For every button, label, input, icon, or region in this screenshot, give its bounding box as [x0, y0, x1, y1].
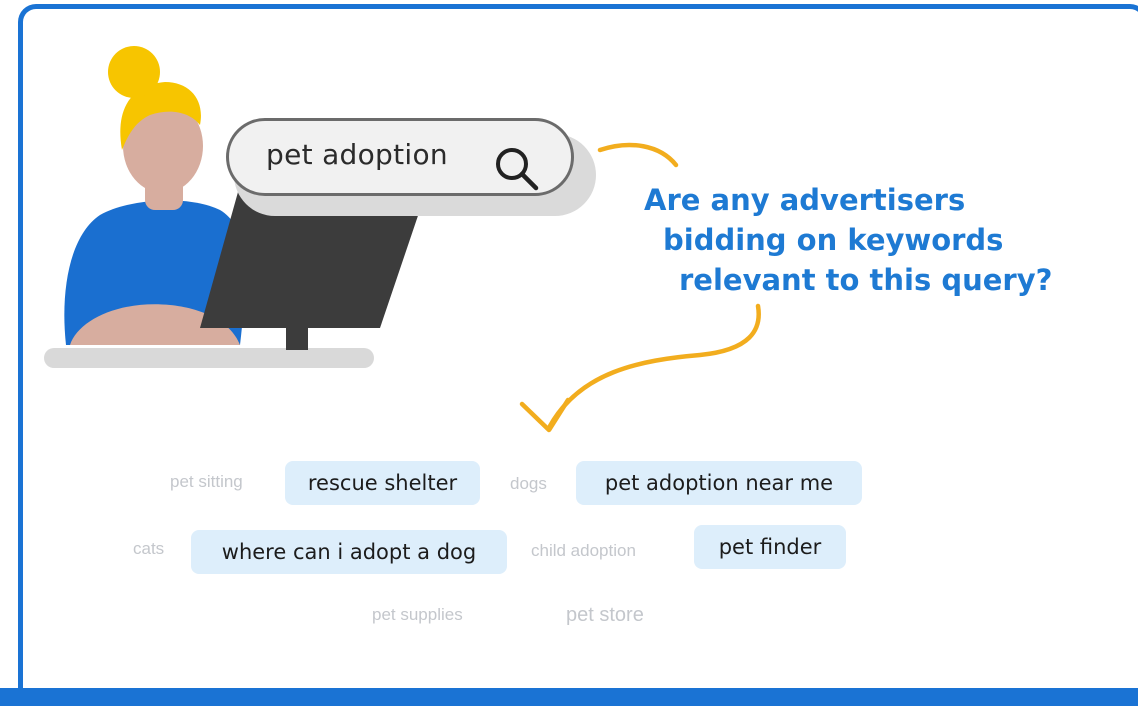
faded-keyword: dogs	[510, 474, 547, 493]
search-query-text: pet adoption	[266, 138, 448, 171]
faded-keyword: pet store	[566, 604, 644, 626]
search-icon[interactable]	[490, 142, 544, 196]
question-text: Are any advertisers bidding on keywords …	[640, 180, 1110, 300]
faded-keyword: child adoption	[531, 541, 636, 560]
question-line: relevant to this query?	[679, 263, 1053, 297]
illustration	[44, 46, 761, 433]
faded-keyword: cats	[133, 539, 165, 558]
question-line: Are any advertisers	[644, 183, 966, 217]
keyword-chip: where can i adopt a dog	[191, 530, 507, 574]
keyword-chip: rescue shelter	[285, 461, 480, 505]
question-line: bidding on keywords	[663, 223, 1004, 257]
keyword-chip: pet adoption near me	[576, 461, 862, 505]
desk-icon	[44, 348, 374, 368]
faded-keyword: pet supplies	[372, 605, 463, 624]
keyword-chip: pet finder	[694, 525, 846, 569]
faded-keyword: pet sitting	[170, 472, 243, 491]
